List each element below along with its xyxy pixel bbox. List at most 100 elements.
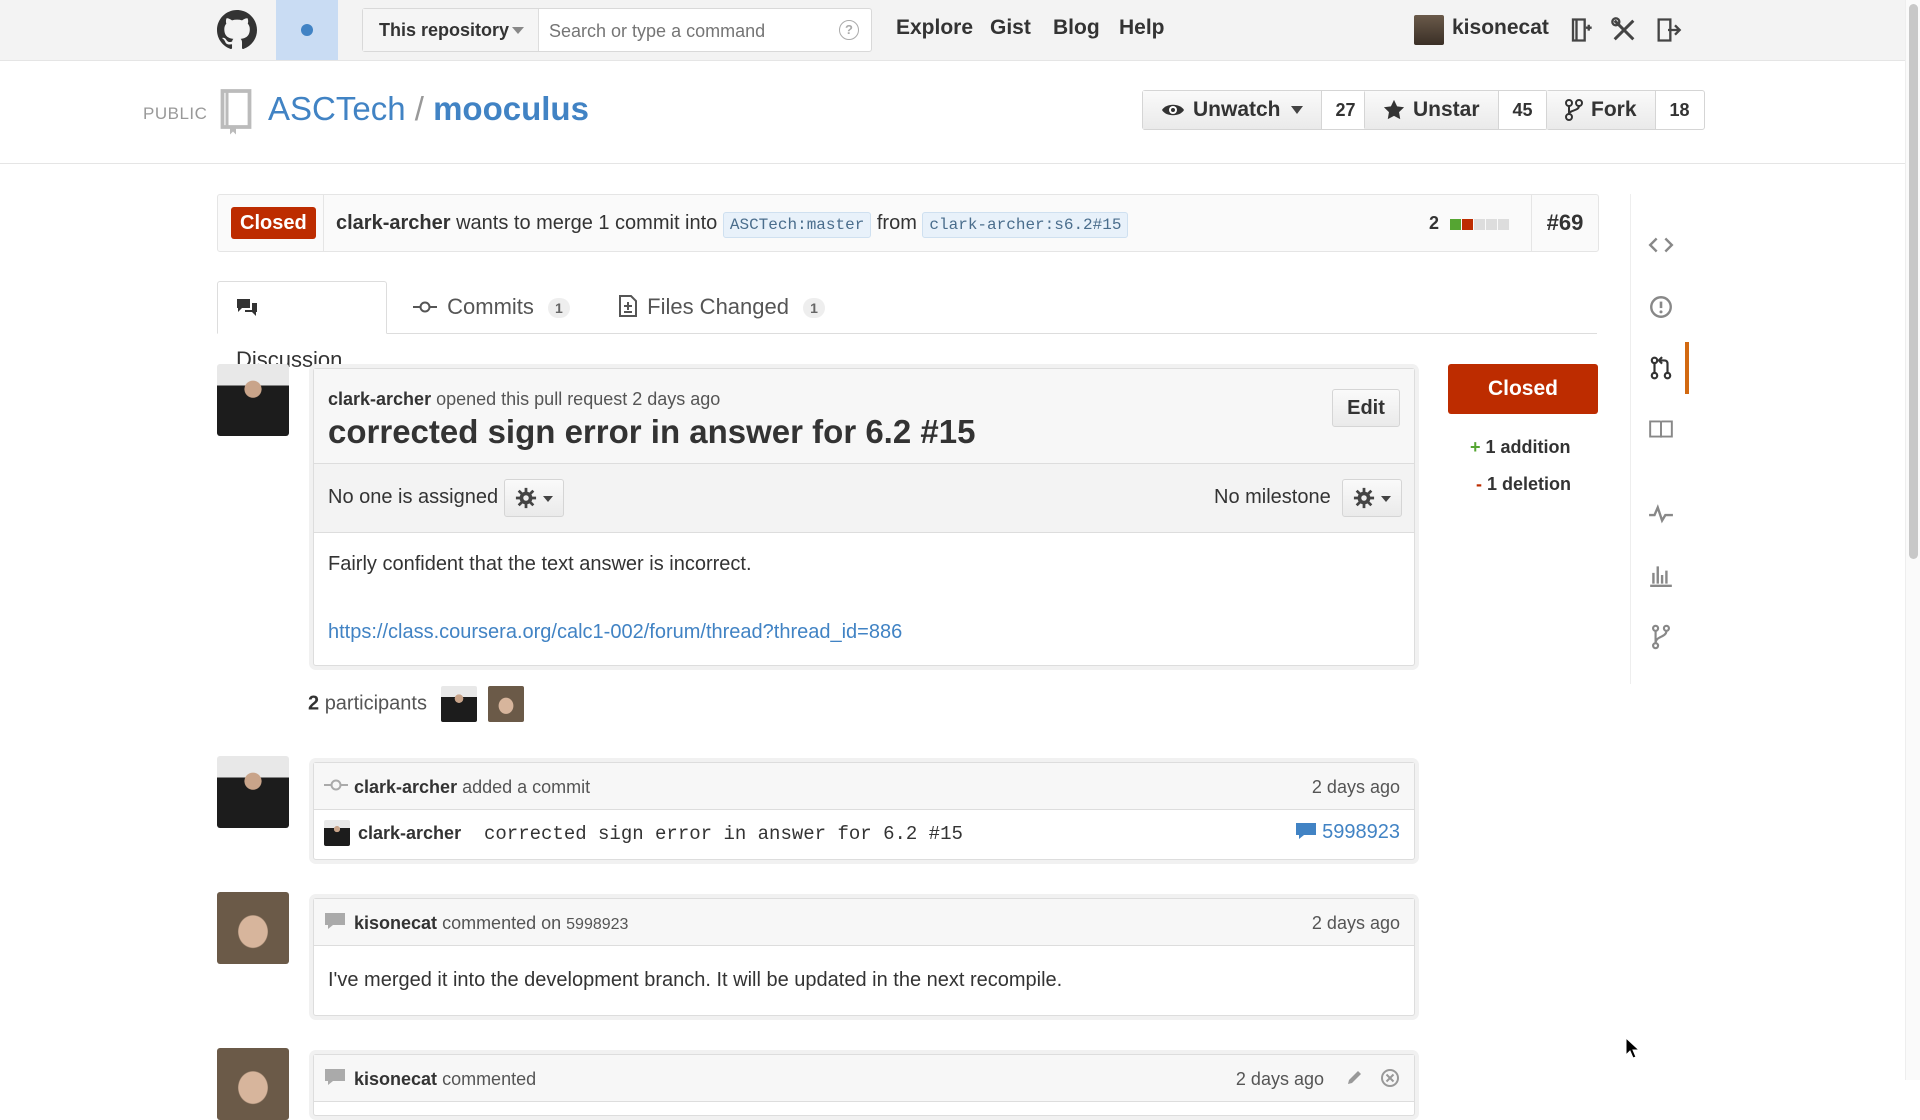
pulse-icon[interactable]: [1648, 501, 1674, 527]
chevron-down-icon: [1290, 106, 1303, 114]
commit-sha-link[interactable]: 5998923: [1322, 821, 1400, 843]
fork-icon: [1565, 99, 1583, 121]
commit-sha[interactable]: 5998923: [1295, 821, 1400, 844]
settings-tools-icon[interactable]: [1610, 16, 1638, 44]
assignee-settings-button[interactable]: [504, 479, 564, 517]
delete-x-icon[interactable]: [1380, 1068, 1400, 1088]
pr-state-button[interactable]: Closed: [1448, 364, 1598, 414]
edit-button[interactable]: Edit: [1332, 389, 1400, 427]
username-link[interactable]: kisonecat: [1452, 16, 1549, 40]
unread-notification-dot-icon: [301, 24, 313, 36]
participant-avatar[interactable]: [440, 686, 477, 722]
pr-body: Fairly confident that the text answer is…: [314, 533, 1414, 665]
opened-text: opened this pull request 2 days ago: [436, 389, 721, 409]
nav-blog-link[interactable]: Blog: [1053, 16, 1100, 40]
network-icon[interactable]: [1648, 624, 1674, 650]
repo-name-link[interactable]: mooculus: [433, 90, 589, 127]
commit-event-time: 2 days ago: [1311, 777, 1400, 797]
discussion-icon: [237, 299, 257, 316]
comment-bubble-icon: [325, 1069, 345, 1085]
visibility-label: PUBLIC: [143, 104, 208, 123]
commenter-avatar[interactable]: [217, 892, 289, 964]
commit-message-link[interactable]: corrected sign error in answer for 6.2 #…: [484, 823, 963, 845]
unwatch-button[interactable]: Unwatch: [1143, 91, 1322, 129]
opened-by-link[interactable]: clark-archer: [328, 389, 431, 409]
tab-discussion[interactable]: Discussion: [217, 281, 387, 372]
pr-description-header: clark-archer opened this pull request 2 …: [314, 369, 1414, 464]
pr-tabs: Discussion Commits 1 Files Changed 1: [217, 281, 1597, 372]
comment-box: kisonecat commented on 5998923 2 days ag…: [313, 898, 1415, 1016]
deletions-text: 1 deletion: [1487, 474, 1572, 494]
participant-avatar[interactable]: [488, 686, 525, 722]
repo-owner-link[interactable]: ASCTech: [268, 90, 406, 127]
commit-event-author-link[interactable]: clark-archer: [354, 777, 457, 797]
edit-pencil-icon[interactable]: [1346, 1068, 1364, 1086]
search-scope-label: This repository: [379, 20, 510, 40]
comment-target-link[interactable]: 5998923: [566, 916, 628, 933]
pr-body-text: Fairly confident that the text answer is…: [328, 553, 752, 575]
nav-help-link[interactable]: Help: [1119, 16, 1165, 40]
pr-description-box: clark-archer opened this pull request 2 …: [313, 368, 1415, 666]
scrollbar-thumb[interactable]: [1909, 4, 1918, 559]
comment-action: commented: [442, 1069, 537, 1089]
code-icon[interactable]: [1648, 232, 1674, 258]
comment-time: 2 days ago: [1311, 913, 1400, 933]
tab-files-changed[interactable]: Files Changed 1: [601, 281, 843, 333]
additions-text: 1 addition: [1485, 437, 1571, 457]
issues-icon[interactable]: [1648, 294, 1674, 320]
unstar-button[interactable]: Unstar: [1365, 91, 1499, 129]
milestone-settings-button[interactable]: [1342, 479, 1402, 517]
pr-body-link[interactable]: https://class.coursera.org/calc1-002/for…: [328, 621, 902, 644]
chevron-down-icon: [1381, 496, 1391, 502]
tab-commits[interactable]: Commits 1: [395, 281, 588, 333]
commenter-avatar[interactable]: [217, 1048, 289, 1120]
commit-event-meta: clark-archer added a commit: [354, 777, 590, 798]
pr-author-link[interactable]: clark-archer: [336, 212, 451, 234]
comment-author-link[interactable]: kisonecat: [354, 1069, 437, 1089]
commit-event-box: clark-archer added a commit 2 days ago c…: [313, 762, 1415, 860]
commit-row-avatar[interactable]: [324, 820, 350, 846]
search-input[interactable]: [547, 15, 831, 47]
participants-label: participants: [324, 692, 427, 715]
graphs-icon[interactable]: [1648, 562, 1674, 588]
gear-icon: [515, 487, 537, 509]
comment-header: kisonecat commented on 5998923 2 days ag…: [314, 899, 1414, 946]
star-button-group: Unstar 45: [1364, 90, 1548, 130]
repository-icon: [220, 89, 252, 135]
nav-explore-link[interactable]: Explore: [896, 16, 973, 40]
pull-requests-icon[interactable]: [1648, 355, 1674, 381]
merge-text: wants to merge 1 commit into: [456, 212, 718, 234]
repository-title: ASCTech / mooculus: [268, 90, 589, 128]
head-branch-label: clark-archer:s6.2#15: [922, 212, 1129, 238]
fork-button[interactable]: Fork: [1547, 91, 1656, 129]
chevron-down-icon: [543, 496, 553, 502]
star-icon: [1383, 99, 1405, 120]
author-avatar[interactable]: [217, 364, 289, 436]
file-diff-icon: [619, 295, 637, 317]
diffstat[interactable]: 2: [1429, 195, 1510, 251]
search-help-icon[interactable]: ?: [839, 20, 859, 40]
sign-out-icon[interactable]: [1654, 16, 1682, 44]
pull-request-summary-bar: Closed clark-archer wants to merge 1 com…: [217, 194, 1599, 252]
additions-count: + 1 addition: [1470, 437, 1571, 458]
watchers-count[interactable]: 27: [1322, 91, 1370, 129]
opened-meta: clark-archer opened this pull request 2 …: [328, 389, 720, 410]
create-repo-icon[interactable]: [1566, 16, 1594, 44]
page-scrollbar[interactable]: [1905, 0, 1920, 1080]
eye-icon: [1162, 104, 1184, 116]
user-avatar[interactable]: [1414, 15, 1444, 45]
nav-gist-link[interactable]: Gist: [990, 16, 1031, 40]
unwatch-label: Unwatch: [1193, 98, 1281, 121]
notifications-button[interactable]: [276, 0, 338, 60]
commit-event-header: clark-archer added a commit 2 days ago: [314, 763, 1414, 810]
commit-event-action: added a commit: [462, 777, 591, 797]
commit-row-author-link[interactable]: clark-archer: [358, 823, 461, 844]
forks-count[interactable]: 18: [1656, 91, 1704, 129]
wiki-icon[interactable]: [1648, 416, 1674, 442]
stargazers-count[interactable]: 45: [1499, 91, 1547, 129]
search-scope-dropdown[interactable]: This repository: [363, 9, 539, 51]
comment-author-link[interactable]: kisonecat: [354, 913, 437, 933]
commit-author-avatar[interactable]: [217, 756, 289, 828]
pr-merge-description: clark-archer wants to merge 1 commit int…: [323, 195, 1129, 251]
github-logo-icon[interactable]: [217, 10, 257, 50]
